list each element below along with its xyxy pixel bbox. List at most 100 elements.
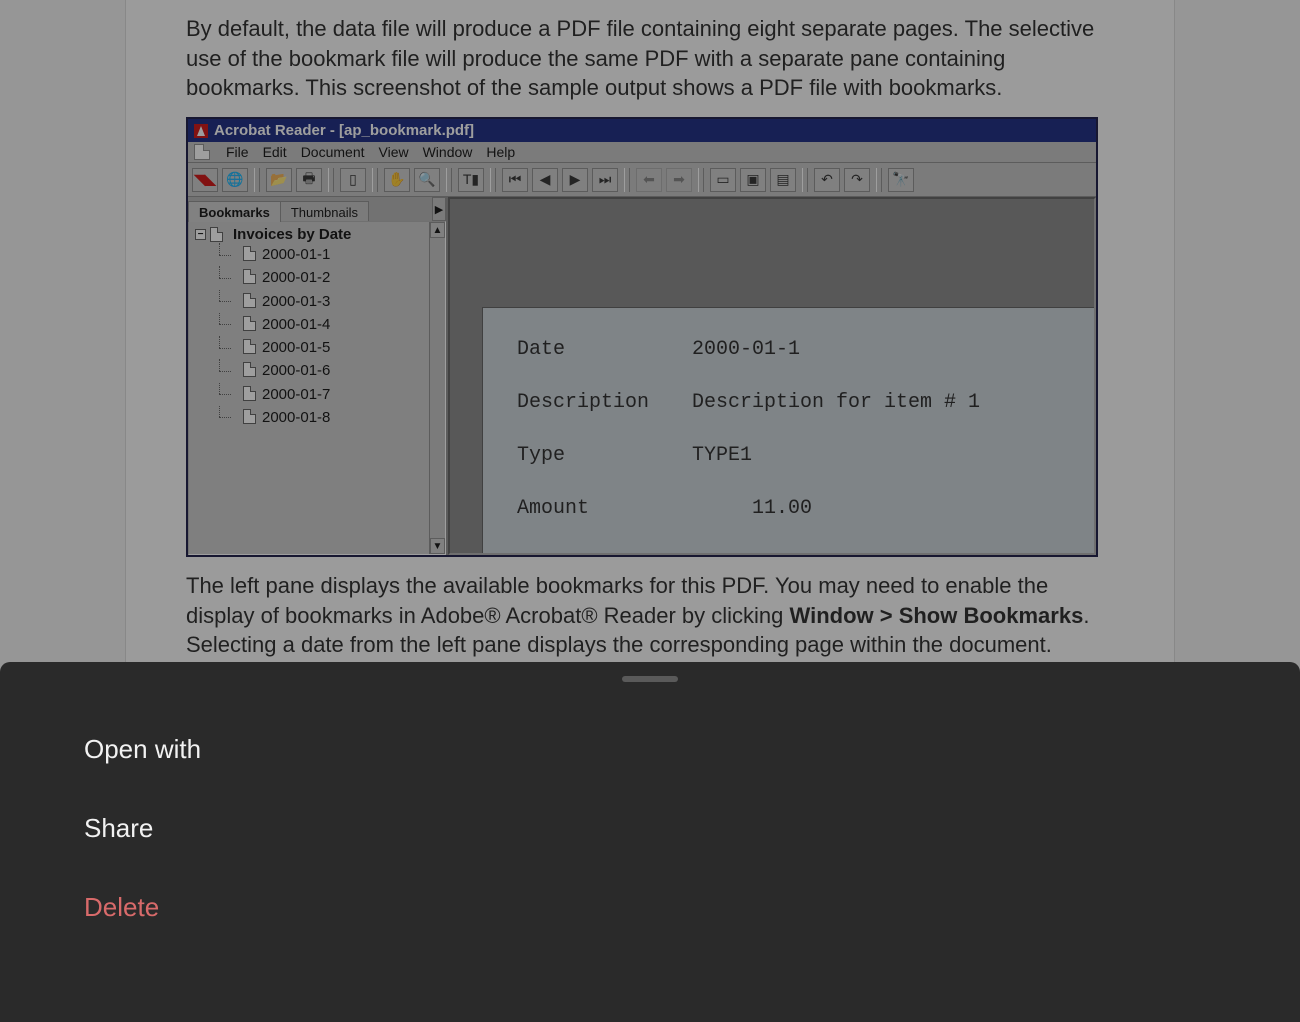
toolbar-separator <box>624 168 630 192</box>
find-icon[interactable]: 🔭 <box>888 168 914 192</box>
hand-tool-icon[interactable]: ✋ <box>384 168 410 192</box>
tree-item-label: 2000-01-2 <box>262 269 330 286</box>
globe-icon[interactable]: 🌐 <box>222 168 248 192</box>
toolbar-separator <box>876 168 882 192</box>
page-icon <box>210 227 223 242</box>
adobe-icon[interactable]: ◥◣ <box>192 168 218 192</box>
menu-view[interactable]: View <box>379 144 409 160</box>
print-icon[interactable]: 🖶 <box>296 168 322 192</box>
menu-window[interactable]: Window <box>423 144 473 160</box>
page-icon <box>243 293 256 308</box>
clipboard-icon[interactable]: ▯ <box>340 168 366 192</box>
open-icon[interactable]: 📂 <box>266 168 292 192</box>
document-page: Date 2000-01-1 Description Description f… <box>482 307 1094 553</box>
collapse-pane-icon[interactable]: ▶ <box>432 197 446 221</box>
tree-item[interactable]: 2000-01-7 <box>195 383 439 406</box>
toolbar-separator <box>802 168 808 192</box>
toolbar-separator <box>254 168 260 192</box>
forward-icon[interactable]: ➡ <box>666 168 692 192</box>
tree-item-label: 2000-01-3 <box>262 293 330 310</box>
acrobat-screenshot: Acrobat Reader - [ap_bookmark.pdf] File … <box>186 117 1098 557</box>
tree-item[interactable]: 2000-01-2 <box>195 266 439 289</box>
actual-size-icon[interactable]: ▭ <box>710 168 736 192</box>
tree-root[interactable]: − Invoices by Date <box>195 226 439 243</box>
tree-item-label: 2000-01-7 <box>262 386 330 403</box>
acrobat-title-text: Acrobat Reader - [ap_bookmark.pdf] <box>214 122 474 139</box>
doc-value: 11.00 <box>692 497 812 520</box>
page-icon <box>243 246 256 261</box>
doc-label: Amount <box>517 497 692 520</box>
tree-item[interactable]: 2000-01-3 <box>195 290 439 313</box>
page-icon <box>243 386 256 401</box>
scrollbar-vertical[interactable]: ▲ ▼ <box>429 222 445 554</box>
doc-value: Description for item # 1 <box>692 391 980 414</box>
back-icon[interactable]: ⬅ <box>636 168 662 192</box>
article-text-bold: Window > Show Bookmarks <box>790 603 1084 628</box>
scroll-up-icon[interactable]: ▲ <box>430 222 445 238</box>
page-icon <box>243 269 256 284</box>
doc-row-date: Date 2000-01-1 <box>517 338 1070 361</box>
next-page-icon[interactable]: ▶ <box>562 168 588 192</box>
rotate-left-icon[interactable]: ↶ <box>814 168 840 192</box>
tree-item-label: 2000-01-6 <box>262 362 330 379</box>
text-select-icon[interactable]: T▮ <box>458 168 484 192</box>
document-view[interactable]: Date 2000-01-1 Description Description f… <box>448 197 1096 555</box>
scroll-down-icon[interactable]: ▼ <box>430 538 445 554</box>
acrobat-workspace: Bookmarks Thumbnails ▶ − Invoices by Dat… <box>188 197 1096 555</box>
sheet-open-with[interactable]: Open with <box>0 710 1300 789</box>
tree-root-label: Invoices by Date <box>233 226 351 243</box>
fit-width-icon[interactable]: ▤ <box>770 168 796 192</box>
tree-item-label: 2000-01-4 <box>262 316 330 333</box>
menu-file[interactable]: File <box>226 144 249 160</box>
tree-item[interactable]: 2000-01-1 <box>195 243 439 266</box>
toolbar-separator <box>490 168 496 192</box>
rotate-right-icon[interactable]: ↷ <box>844 168 870 192</box>
zoom-icon[interactable]: 🔍 <box>414 168 440 192</box>
tree-item-label: 2000-01-8 <box>262 409 330 426</box>
sheet-delete[interactable]: Delete <box>0 868 1300 947</box>
doc-value: TYPE1 <box>692 444 752 467</box>
page-icon <box>243 339 256 354</box>
tab-bookmarks[interactable]: Bookmarks <box>188 201 281 222</box>
fit-page-icon[interactable]: ▣ <box>740 168 766 192</box>
toolbar-separator <box>328 168 334 192</box>
doc-row-type: Type TYPE1 <box>517 444 1070 467</box>
tree-item-label: 2000-01-1 <box>262 246 330 263</box>
tree-item[interactable]: 2000-01-5 <box>195 336 439 359</box>
doc-value: 2000-01-1 <box>692 338 800 361</box>
toolbar-separator <box>446 168 452 192</box>
page-icon <box>243 409 256 424</box>
bookmark-tree: − Invoices by Date 2000-01-1 2000-01-2 2… <box>188 221 446 555</box>
toolbar-separator <box>372 168 378 192</box>
acrobat-menubar: File Edit Document View Window Help <box>188 142 1096 163</box>
doc-label: Date <box>517 338 692 361</box>
tab-thumbnails[interactable]: Thumbnails <box>280 201 369 222</box>
menu-edit[interactable]: Edit <box>263 144 287 160</box>
tree-item[interactable]: 2000-01-6 <box>195 359 439 382</box>
menu-document[interactable]: Document <box>301 144 365 160</box>
article-para-1: By default, the data file will produce a… <box>186 14 1114 103</box>
bottom-sheet[interactable]: Open with Share Delete <box>0 662 1300 1022</box>
article-body: separate records. By default, the data f… <box>126 0 1174 103</box>
tree-item[interactable]: 2000-01-8 <box>195 406 439 429</box>
page-icon <box>243 362 256 377</box>
tree-collapse-icon[interactable]: − <box>195 229 206 240</box>
sheet-share[interactable]: Share <box>0 789 1300 868</box>
page-icon <box>243 316 256 331</box>
menu-help[interactable]: Help <box>486 144 515 160</box>
acrobat-toolbar: ◥◣ 🌐 📂 🖶 ▯ ✋ 🔍 T▮ ⏮ ◀ ▶ ⏭ ⬅ ➡ <box>188 163 1096 197</box>
first-page-icon[interactable]: ⏮ <box>502 168 528 192</box>
article-body-lower: The left pane displays the available boo… <box>126 571 1174 660</box>
doc-row-description: Description Description for item # 1 <box>517 391 1070 414</box>
doc-label: Type <box>517 444 692 467</box>
article-para-2: The left pane displays the available boo… <box>186 571 1114 660</box>
bookmark-pane: Bookmarks Thumbnails ▶ − Invoices by Dat… <box>188 197 448 555</box>
doc-row-amount: Amount 11.00 <box>517 497 1070 520</box>
tree-item-label: 2000-01-5 <box>262 339 330 356</box>
document-icon <box>194 144 210 160</box>
tree-item[interactable]: 2000-01-4 <box>195 313 439 336</box>
sheet-drag-handle[interactable] <box>622 676 678 682</box>
adobe-logo-icon <box>194 124 208 138</box>
last-page-icon[interactable]: ⏭ <box>592 168 618 192</box>
prev-page-icon[interactable]: ◀ <box>532 168 558 192</box>
